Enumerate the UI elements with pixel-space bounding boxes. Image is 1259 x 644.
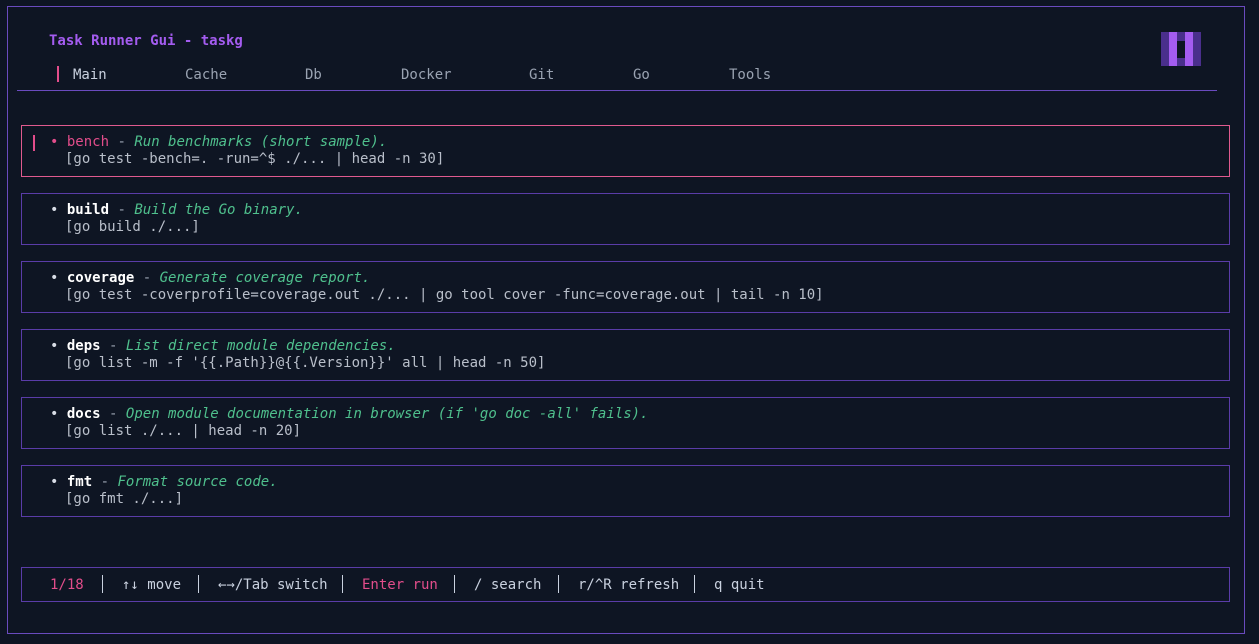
hint-switch: ←→/Tab switch <box>218 577 328 593</box>
selection-marker <box>33 135 35 151</box>
bullet-icon: • <box>50 406 59 422</box>
status-divider <box>342 575 343 593</box>
tab-git[interactable]: Git <box>529 66 554 84</box>
tab-tools[interactable]: Tools <box>729 66 771 84</box>
task-item-docs[interactable]: • docs - Open module documentation in br… <box>21 397 1230 449</box>
tab-main[interactable]: Main <box>73 66 107 84</box>
task-name: build <box>66 202 110 218</box>
task-header: • bench - Run benchmarks (short sample). <box>50 134 387 151</box>
tab-cache[interactable]: Cache <box>185 66 227 84</box>
task-header: • coverage - Generate coverage report. <box>50 270 370 287</box>
task-header: • deps - List direct module dependencies… <box>50 338 396 355</box>
task-item-coverage[interactable]: • coverage - Generate coverage report. [… <box>21 261 1230 313</box>
task-header: • docs - Open module documentation in br… <box>50 406 649 423</box>
tab-db[interactable]: Db <box>305 66 322 84</box>
status-bar: 1/18 ↑↓ move ←→/Tab switch Enter run / s… <box>21 567 1230 602</box>
bullet-icon: • <box>50 270 59 286</box>
hint-quit: q quit <box>714 577 765 593</box>
task-separator: - <box>109 406 118 422</box>
task-name: bench <box>66 134 110 150</box>
hint-move: ↑↓ move <box>122 577 182 593</box>
task-header: • fmt - Format source code. <box>50 474 278 491</box>
task-command: [go fmt ./...] <box>65 491 184 507</box>
task-description: Generate coverage report. <box>159 270 371 286</box>
task-item-bench[interactable]: • bench - Run benchmarks (short sample).… <box>21 125 1230 177</box>
task-item-build[interactable]: • build - Build the Go binary. [go build… <box>21 193 1230 245</box>
task-header: • build - Build the Go binary. <box>50 202 303 219</box>
app-title: Task Runner Gui - taskg <box>49 33 243 49</box>
tab-bar: Main Cache Db Docker Git Go Tools <box>17 64 1217 91</box>
bullet-icon: • <box>50 202 59 218</box>
task-command: [go test -coverprofile=coverage.out ./..… <box>65 287 824 303</box>
bullet-icon: • <box>50 474 59 490</box>
task-separator: - <box>117 134 126 150</box>
task-separator: - <box>142 270 152 286</box>
task-separator: - <box>109 338 118 354</box>
bullet-icon: • <box>50 338 59 354</box>
active-tab-marker <box>57 66 59 82</box>
app-window-frame <box>7 6 1245 634</box>
status-divider <box>198 575 199 593</box>
task-name: docs <box>66 406 101 422</box>
task-separator: - <box>117 202 126 218</box>
task-name: coverage <box>66 270 135 286</box>
status-divider <box>694 575 695 593</box>
task-command: [go list -m -f '{{.Path}}@{{.Version}}' … <box>65 355 546 371</box>
tab-docker[interactable]: Docker <box>401 66 452 84</box>
task-command: [go list ./... | head -n 20] <box>65 423 302 439</box>
task-description: Open module documentation in browser (if… <box>125 406 649 422</box>
bullet-icon: • <box>50 134 59 150</box>
task-command: [go test -bench=. -run=^$ ./... | head -… <box>65 151 445 167</box>
hint-refresh: r/^R refresh <box>578 577 680 593</box>
task-name: fmt <box>66 474 93 490</box>
task-description: Build the Go binary. <box>134 202 303 218</box>
task-item-deps[interactable]: • deps - List direct module dependencies… <box>21 329 1230 381</box>
status-divider <box>558 575 559 593</box>
status-divider <box>102 575 103 593</box>
status-divider <box>454 575 455 593</box>
task-item-fmt[interactable]: • fmt - Format source code. [go fmt ./..… <box>21 465 1230 517</box>
tab-go[interactable]: Go <box>633 66 650 84</box>
hint-search: / search <box>474 577 542 593</box>
task-separator: - <box>100 474 110 490</box>
hint-run: Enter run <box>362 577 438 593</box>
task-command: [go build ./...] <box>65 219 200 235</box>
task-description: Format source code. <box>117 474 278 490</box>
pixel-logo-icon <box>1161 32 1201 66</box>
task-position-counter: 1/18 <box>50 577 84 593</box>
task-name: deps <box>66 338 101 354</box>
task-description: List direct module dependencies. <box>125 338 396 354</box>
task-description: Run benchmarks (short sample). <box>134 134 388 150</box>
